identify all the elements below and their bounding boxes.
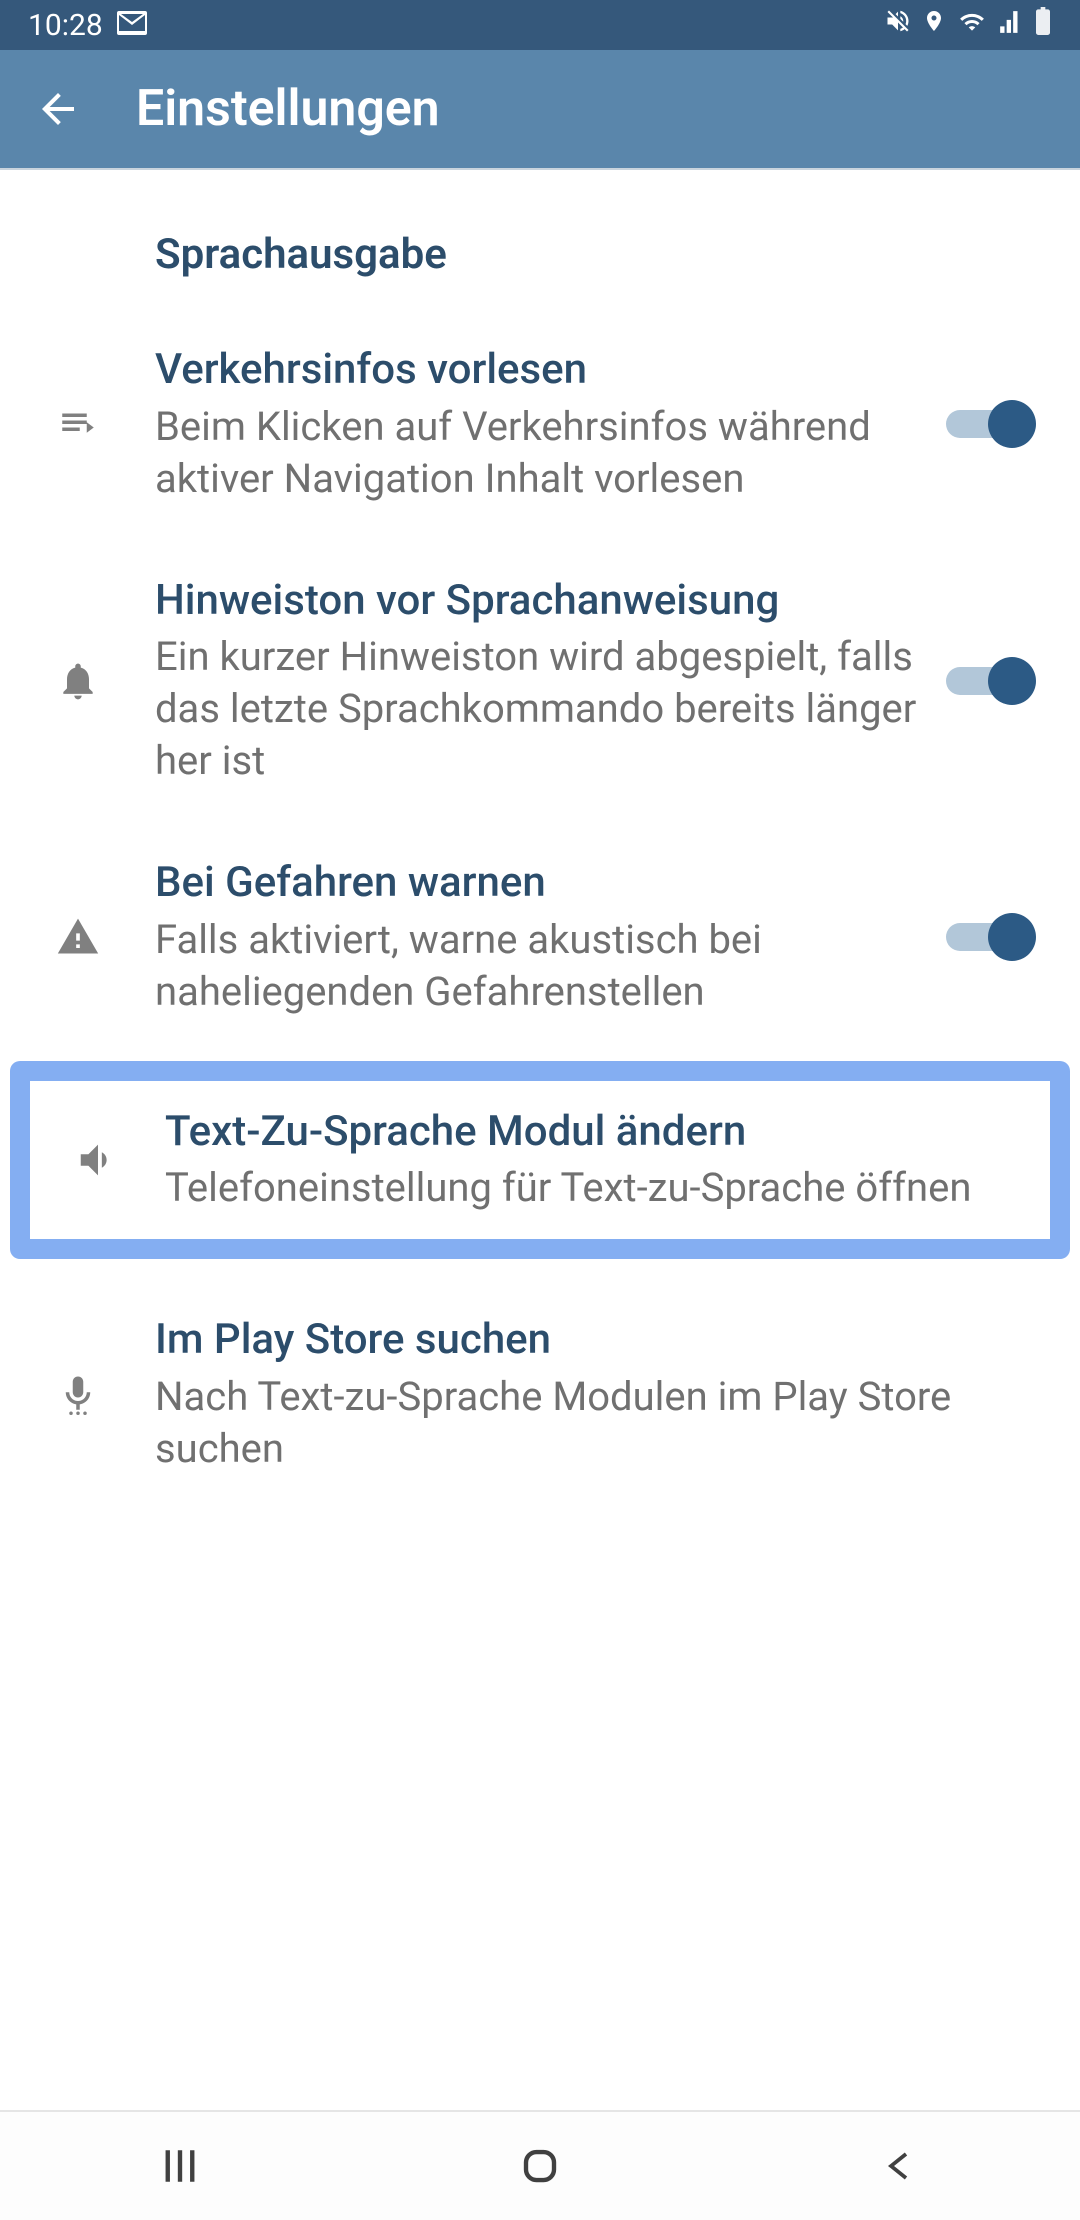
playlist-icon xyxy=(0,403,155,445)
mail-icon xyxy=(117,8,147,43)
setting-alert-tone[interactable]: Hinweiston vor Sprachanweisung Ein kurze… xyxy=(0,540,1080,823)
setting-desc: Nach Text-zu-Sprache Modulen im Play Sto… xyxy=(155,1371,1030,1475)
nav-recents[interactable] xyxy=(80,2145,280,2187)
toggle-danger[interactable] xyxy=(940,909,1040,965)
page-title: Einstellungen xyxy=(136,80,440,138)
mute-icon xyxy=(884,7,912,43)
nav-back[interactable] xyxy=(800,2145,1000,2187)
setting-title: Im Play Store suchen xyxy=(155,1314,1030,1367)
wifi-icon xyxy=(956,8,988,43)
location-icon xyxy=(922,7,946,43)
section-header: Sprachausgabe xyxy=(0,170,1080,309)
settings-content: Sprachausgabe Verkehrsinfos vorlesen Bei… xyxy=(0,170,1080,1510)
setting-title: Hinweiston vor Sprachanweisung xyxy=(155,575,920,628)
battery-icon xyxy=(1034,7,1052,43)
back-button[interactable] xyxy=(30,81,86,137)
setting-desc: Falls aktiviert, warne akus­tisch bei na… xyxy=(155,914,920,1018)
setting-play-store[interactable]: Im Play Store suchen Nach Text-zu-Sprach… xyxy=(0,1279,1080,1510)
signal-icon xyxy=(998,8,1024,43)
toggle-traffic[interactable] xyxy=(940,396,1040,452)
setting-desc: Beim Klicken auf Verkehrs­infos während … xyxy=(155,401,920,505)
highlighted-setting: Text-Zu-Sprache Modul ändern Telefoneins… xyxy=(10,1061,1070,1260)
bell-icon xyxy=(0,659,155,703)
setting-danger-warn[interactable]: Bei Gefahren warnen Falls aktiviert, war… xyxy=(0,822,1080,1053)
warning-icon xyxy=(0,915,155,959)
status-bar: 10:28 xyxy=(0,0,1080,50)
setting-tts-module[interactable]: Text-Zu-Sprache Modul ändern Telefoneins… xyxy=(30,1081,1050,1240)
setting-title: Verkehrsinfos vorlesen xyxy=(155,344,920,397)
microphone-icon xyxy=(0,1369,155,1419)
app-bar: Einstellungen xyxy=(0,50,1080,170)
nav-home[interactable] xyxy=(440,2145,640,2187)
setting-desc: Ein kurzer Hinweiston wird abgespielt, f… xyxy=(155,631,920,787)
navigation-bar xyxy=(0,2110,1080,2220)
setting-desc: Telefoneinstellung für Text-zu-Sprache ö… xyxy=(165,1162,1020,1214)
status-time: 10:28 xyxy=(28,8,103,43)
setting-title: Bei Gefahren warnen xyxy=(155,857,920,910)
setting-traffic-read[interactable]: Verkehrsinfos vorlesen Beim Klicken auf … xyxy=(0,309,1080,540)
volume-icon xyxy=(30,1137,165,1183)
toggle-alert-tone[interactable] xyxy=(940,653,1040,709)
setting-title: Text-Zu-Sprache Modul ändern xyxy=(165,1106,1020,1159)
